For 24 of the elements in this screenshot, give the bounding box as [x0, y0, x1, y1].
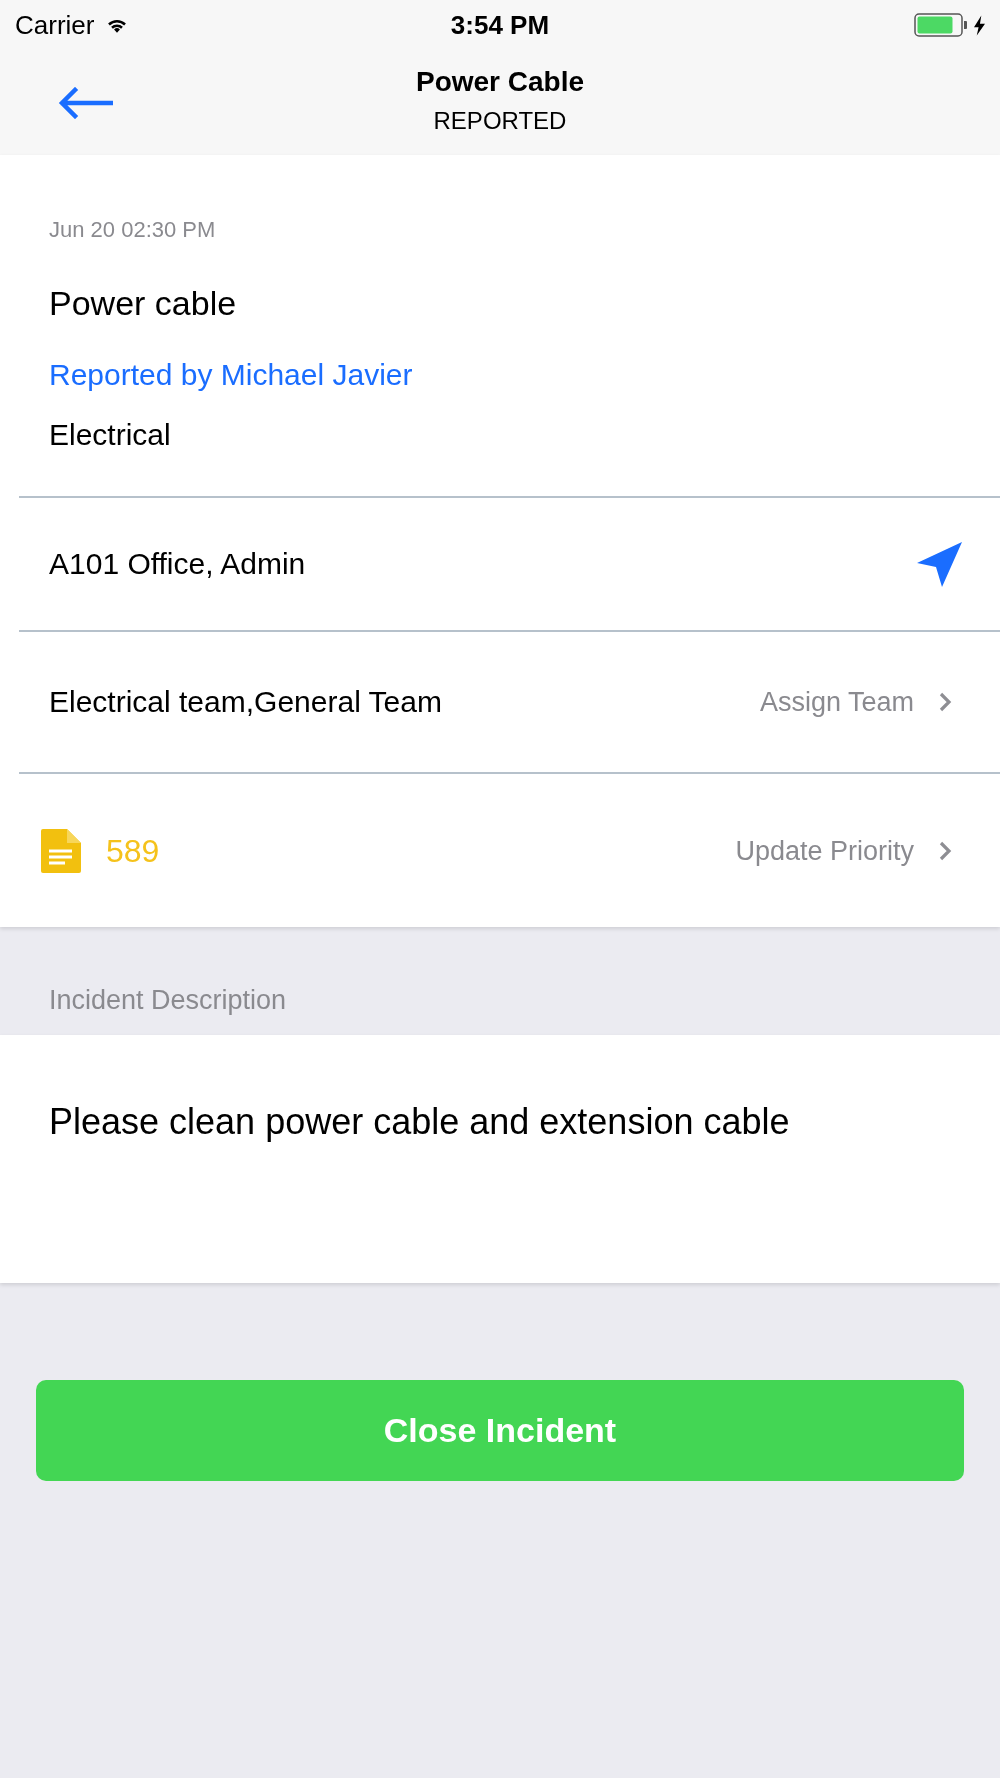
row-action-link[interactable]: Assign Team [759, 686, 962, 718]
back-arrow-icon [57, 87, 113, 119]
close-incident-button[interactable]: Close Incident [36, 1380, 964, 1481]
chevron-right-icon [938, 839, 952, 862]
reporter-link[interactable]: Reported by Michael Javier [49, 357, 413, 393]
row-action-link[interactable]: Update Priority [735, 834, 962, 867]
incident-timestamp: Jun 20 02:30 PM [49, 217, 216, 243]
section-label: Incident Description [49, 984, 288, 1016]
assigned-teams-text: Electrical team,General Team [49, 684, 443, 720]
chevron-right-icon [938, 691, 952, 713]
location-text: A101 Office, Admin [49, 546, 307, 582]
status-time: 3:54 PM [450, 10, 550, 40]
back-button[interactable] [57, 86, 113, 120]
battery-icon [914, 13, 968, 37]
priority-value: 589 [106, 831, 161, 870]
status-label: REPORTED [433, 106, 567, 136]
charging-bolt-icon [974, 14, 985, 36]
document-icon [41, 828, 81, 873]
navigation-arrow-icon[interactable] [917, 541, 962, 587]
screen-title: Power Cable [415, 65, 585, 99]
incident-category: Electrical [49, 417, 171, 453]
incident-title: Power cable [49, 283, 237, 323]
description-text: Please clean power cable and extension cable [49, 1101, 791, 1143]
carrier-name: Carrier [15, 10, 95, 40]
